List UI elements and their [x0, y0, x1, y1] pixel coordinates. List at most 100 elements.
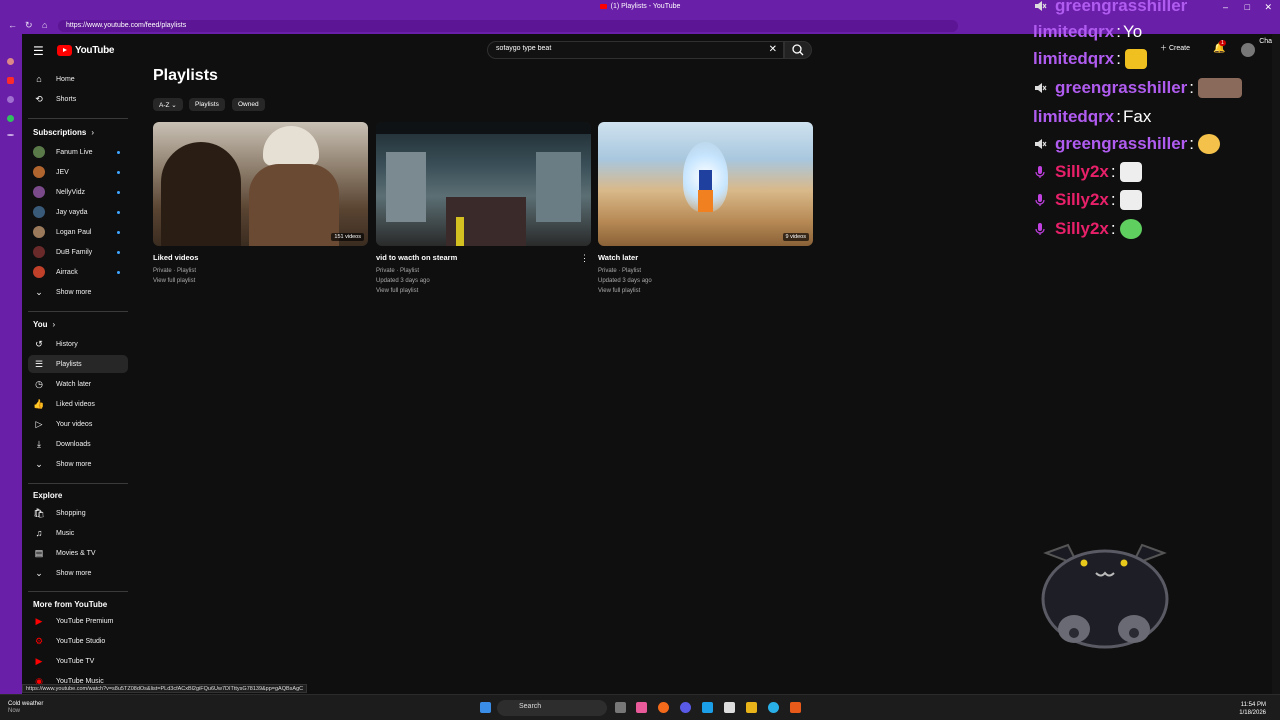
playlist-card[interactable]: 151 videos Liked videos Private · Playli… [153, 122, 368, 286]
sidebar-item-watch-later[interactable]: ◷ Watch later [28, 375, 128, 393]
playlist-thumbnail[interactable]: 151 videos [153, 122, 368, 246]
subscriptions-show-more[interactable]: ⌄ Show more [28, 283, 128, 301]
playlist-card[interactable]: vid to wacth on stearm Private · Playlis… [376, 122, 591, 296]
new-tab-icon[interactable] [7, 134, 14, 136]
tab-icon[interactable] [7, 115, 14, 122]
firefox-icon[interactable] [658, 702, 669, 713]
sidebar-item-movies-tv[interactable]: ▤ Movies & TV [28, 544, 128, 562]
view-full-playlist-link[interactable]: View full playlist [598, 286, 813, 296]
sidebar-item-youtube-tv[interactable]: ▶ YouTube TV [28, 652, 128, 670]
tab-icon[interactable] [7, 58, 14, 65]
chip-playlists[interactable]: Playlists [189, 98, 225, 111]
playlist-thumbnail[interactable] [376, 122, 591, 246]
playlist-updated: Updated 3 days ago [376, 278, 430, 284]
movies-icon: ▤ [34, 547, 44, 558]
thumbnail-figure [161, 142, 241, 246]
chip-owned[interactable]: Owned [232, 98, 265, 111]
shorts-icon: ⟲ [35, 93, 43, 104]
app-icon[interactable] [790, 702, 801, 713]
sidebar-item-label: Downloads [56, 440, 91, 448]
reload-icon[interactable]: ↻ [25, 20, 33, 31]
sidebar-item-playlists[interactable]: ☰ Playlists [28, 355, 128, 373]
search-button[interactable] [784, 41, 812, 59]
downloads-icon: ⤓ [37, 438, 41, 449]
edge-icon[interactable] [768, 702, 779, 713]
playlist-thumbnail[interactable]: 9 videos [598, 122, 813, 246]
thumbnail-figure [698, 190, 713, 212]
youtube-tv-icon: ▶ [35, 655, 43, 666]
playlist-card[interactable]: 9 videos Watch later Private · Playlist … [598, 122, 813, 296]
playlist-title[interactable]: Watch later [598, 253, 813, 262]
subscriptions-heading[interactable]: Subscriptions › [33, 128, 94, 137]
sidebar-item-logan-paul[interactable]: Logan Paul [28, 223, 128, 241]
more-options-icon[interactable]: ⋮ [580, 253, 589, 264]
address-bar[interactable]: https://www.youtube.com/feed/playlists [58, 20, 958, 32]
chat-username: Silly2x [1055, 162, 1109, 181]
weather-widget[interactable]: Cold weather Now [8, 701, 43, 715]
shopping-icon: 🛍 [33, 507, 45, 518]
menu-icon[interactable]: ☰ [33, 44, 44, 58]
sidebar-item-fanum-live[interactable]: Fanum Live [28, 143, 128, 161]
sidebar-item-label: Logan Paul [56, 228, 92, 236]
sidebar-item-youtube-studio[interactable]: ⚙ YouTube Studio [28, 632, 128, 650]
channel-avatar [33, 146, 45, 158]
divider [28, 118, 128, 119]
chrome-icon[interactable] [746, 702, 757, 713]
sidebar-item-jay-vayda[interactable]: Jay vayda [28, 203, 128, 221]
sidebar-item-downloads[interactable]: ⤓ Downloads [28, 435, 128, 453]
sidebar-item-shorts[interactable]: ⟲ Shorts [28, 90, 128, 108]
thumbnail-figure [263, 126, 319, 166]
youtube-tab-icon[interactable] [7, 77, 14, 84]
sidebar-item-shopping[interactable]: 🛍 Shopping [28, 504, 128, 522]
microphone-icon [1035, 223, 1045, 235]
discord-icon[interactable] [680, 702, 691, 713]
sort-chip[interactable]: A-Z ⌄ [153, 98, 183, 111]
emote-icon [1198, 78, 1243, 98]
sidebar-item-airrack[interactable]: Airrack [28, 263, 128, 281]
app-icon[interactable] [636, 702, 647, 713]
page-title: Playlists [153, 67, 218, 84]
view-full-playlist-link[interactable]: View full playlist [376, 286, 591, 296]
sidebar-item-dub-family[interactable]: DuB Family [28, 243, 128, 261]
thumbnail-post [456, 217, 464, 246]
sidebar-item-your-videos[interactable]: ▷ Your videos [28, 415, 128, 433]
clear-search-icon[interactable]: ✕ [769, 44, 777, 55]
logo-text: YouTube [75, 44, 115, 56]
sidebar-item-label: Playlists [56, 360, 82, 368]
chevron-right-icon: › [91, 128, 95, 137]
sidebar-item-music[interactable]: ♫ Music [28, 524, 128, 542]
explore-show-more[interactable]: ⌄ Show more [28, 564, 128, 582]
start-icon[interactable] [480, 702, 491, 713]
view-full-playlist-link[interactable]: View full playlist [153, 276, 368, 286]
playlist-title[interactable]: vid to wacth on stearm [376, 253, 591, 262]
explore-title: Explore [33, 491, 63, 500]
sidebar-item-home[interactable]: ⌂ Home [28, 70, 128, 88]
you-show-more[interactable]: ⌄ Show more [28, 455, 128, 473]
sidebar-item-nellyvidz[interactable]: NellyVidz [28, 183, 128, 201]
thumbnail-ceiling [376, 122, 591, 134]
playlist-title[interactable]: Liked videos [153, 253, 368, 262]
sidebar-item-label: Movies & TV [56, 549, 96, 557]
taskbar-search[interactable]: Search [497, 700, 607, 716]
sidebar-item-liked-videos[interactable]: 👍 Liked videos [28, 395, 128, 413]
app-icon[interactable] [724, 702, 735, 713]
emote-icon [1124, 49, 1147, 69]
system-clock[interactable]: 11:54 PM 1/18/2026 [1239, 701, 1266, 717]
emote-icon [1119, 190, 1142, 210]
chevron-down-icon: ⌄ [171, 102, 177, 109]
home-browser-icon[interactable]: ⌂ [42, 20, 47, 30]
search-input[interactable] [496, 45, 756, 52]
sidebar-item-history[interactable]: ↺ History [28, 335, 128, 353]
channel-avatar [33, 206, 45, 218]
steam-icon[interactable] [702, 702, 713, 713]
tab-icon[interactable] [7, 96, 14, 103]
chat-message: Silly2x: [1033, 217, 1142, 241]
sidebar-item-label: Music [56, 529, 75, 537]
task-view-icon[interactable] [615, 702, 626, 713]
channel-avatar [33, 226, 45, 238]
back-icon[interactable]: ← [8, 20, 17, 30]
you-heading[interactable]: You › [33, 320, 55, 329]
sidebar-item-youtube-premium[interactable]: ▶ YouTube Premium [28, 612, 128, 630]
sidebar-item-jev[interactable]: JEV [28, 163, 128, 181]
youtube-logo[interactable]: YouTube [57, 43, 115, 57]
